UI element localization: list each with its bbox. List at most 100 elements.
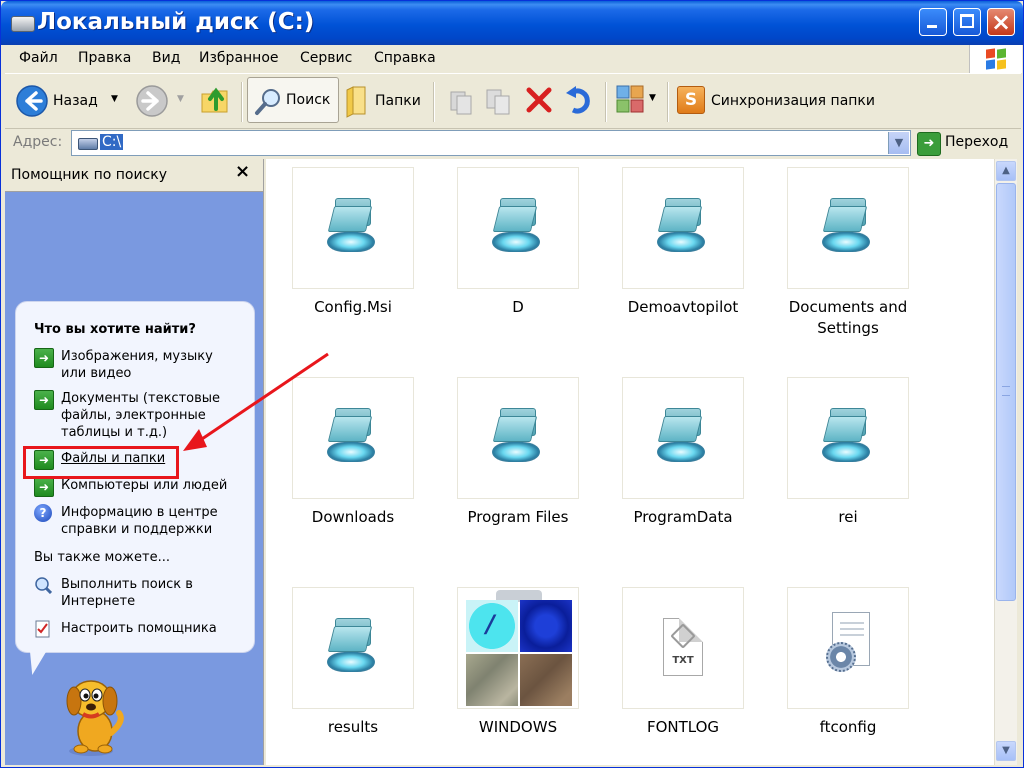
explorer-window: Локальный диск (C:) × Файл Правка Вид Из… [0,0,1024,768]
item-thumbnail [292,587,414,709]
option-media-label[interactable]: Изображения, музыку или видео [61,348,241,382]
address-dropdown-icon[interactable]: ▼ [888,132,909,154]
scroll-down-icon[interactable]: ▼ [996,741,1016,761]
item-thumbnail: TXT [622,587,744,709]
item-label: results [327,718,379,736]
option-search-internet-label[interactable]: Выполнить поиск в Интернете [61,576,241,610]
item-label: rei [838,508,858,526]
close-button[interactable]: × [987,8,1015,36]
move-to-icon [450,91,472,115]
window-title: Локальный диск (C:) [37,9,315,35]
search-icon [255,89,280,115]
txt-badge: TXT [672,655,694,666]
delete-icon [526,87,552,113]
folders-label: Папки [375,93,421,109]
internet-search-icon [34,576,53,595]
menu-edit[interactable]: Правка [78,50,131,66]
back-button[interactable]: Назад ▼ [13,82,118,120]
folder-icon [822,198,872,260]
menu-file[interactable]: Файл [19,50,58,66]
item-label: Documents and Settings [788,298,908,337]
green-arrow-icon: ➜ [34,477,54,497]
back-dropdown-icon[interactable]: ▼ [111,94,118,104]
back-arrow-icon [16,85,48,117]
menu-favorites[interactable]: Избранное [199,50,279,66]
gear-icon [826,642,856,672]
scroll-up-icon[interactable]: ▲ [996,161,1016,181]
help-icon: ? [34,504,52,522]
search-button[interactable]: Поиск [247,77,339,123]
option-documents[interactable]: ➜ Документы (текстовые файлы, электронны… [34,390,244,444]
folder-icon [327,618,377,680]
item-label: Config.Msi [314,298,392,316]
sync-icon: S [677,86,705,114]
minimize-button[interactable] [919,8,947,36]
item-label: Downloads [311,508,395,526]
option-computers-people-label[interactable]: Компьютеры или людей [61,477,241,494]
wood-thumbnail [520,654,572,706]
folder-icon [327,408,377,470]
forward-button[interactable]: ▼ [133,82,189,120]
item-thumbnail [292,167,414,289]
search-dog-icon[interactable] [61,669,151,759]
option-search-internet[interactable]: Выполнить поиск в Интернете [34,576,244,612]
undo-icon [566,86,590,114]
option-media[interactable]: ➜ Изображения, музыку или видео [34,348,244,384]
folder-icon [657,198,707,260]
item-label: FONTLOG [646,718,720,736]
scroll-thumb[interactable] [996,183,1016,601]
address-bar: Адрес: C:\ ▼ ➜ Переход [5,128,1021,158]
menu-view[interactable]: Вид [152,50,180,66]
item-label: WINDOWS [478,718,558,736]
option-configure-assistant-label[interactable]: Настроить помощника [61,620,241,637]
delete-button[interactable] [523,84,555,116]
blue-pattern-thumbnail [520,600,572,652]
green-arrow-icon: ➜ [34,348,54,368]
close-pane-icon[interactable]: × [235,161,250,182]
copy-to-icon [486,89,510,115]
option-computers-people[interactable]: ➜ Компьютеры или людей [34,477,244,497]
folder-icon [492,198,542,260]
go-button[interactable]: Переход [945,134,1008,150]
item-thumbnail [622,377,744,499]
search-assistant-title: Помощник по поиску [11,167,167,183]
vertical-scrollbar[interactable]: ▲ ▼ [994,159,1017,765]
sync-folder-button[interactable]: S Синхронизация папки [675,82,885,120]
go-arrow-icon[interactable]: ➜ [917,132,941,156]
up-button[interactable] [199,82,233,120]
highlight-box [23,446,179,479]
item-thumbnail [787,167,909,289]
sync-label: Синхронизация папки [711,93,875,109]
green-arrow-icon: ➜ [34,390,54,410]
checklist-icon [34,620,52,638]
option-configure-assistant[interactable]: Настроить помощника [34,620,244,640]
copy-to-button[interactable] [483,86,513,116]
drive-icon [78,138,98,150]
folders-icon [346,86,366,118]
forward-dropdown-icon[interactable]: ▼ [177,94,184,104]
menu-help[interactable]: Справка [374,50,436,66]
item-thumbnail: / [457,587,579,709]
maximize-button[interactable] [953,8,981,36]
text-file-icon: TXT [663,618,703,676]
folders-button[interactable]: Папки [343,82,427,120]
item-label: D [512,298,524,316]
item-thumbnail [457,377,579,499]
option-documents-label[interactable]: Документы (текстовые файлы, электронные … [61,390,241,441]
title-bar[interactable]: Локальный диск (C:) × [1,1,1023,45]
item-thumbnail [457,167,579,289]
address-field[interactable]: C:\ ▼ [71,130,911,156]
option-help-center[interactable]: ? Информацию в центре справки и поддержк… [34,504,244,540]
undo-button[interactable] [563,84,595,116]
toolbar: Назад ▼ ▼ Поиск Папки ▼ S Синхронизация … [5,73,1021,129]
folder-icon [822,408,872,470]
folder-icon [327,198,377,260]
option-help-center-label[interactable]: Информацию в центре справки и поддержки [61,504,241,538]
views-button[interactable]: ▼ [615,84,661,116]
menu-tools[interactable]: Сервис [300,50,352,66]
views-icon [616,85,644,113]
close-icon: × [990,8,1012,36]
move-to-button[interactable] [445,86,475,116]
menu-bar: Файл Правка Вид Избранное Сервис Справка [5,47,969,71]
item-thumbnail [787,377,909,499]
